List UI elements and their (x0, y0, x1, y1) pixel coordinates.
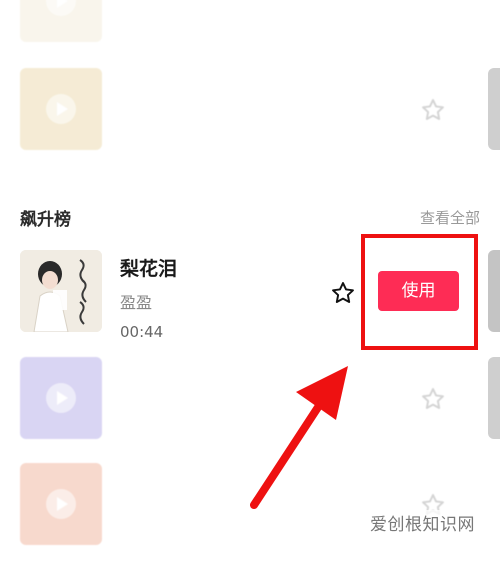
section-title: 飙升榜 (20, 210, 71, 230)
song-cover (20, 0, 102, 42)
next-card-peek (488, 357, 500, 439)
song-cover (20, 357, 102, 439)
next-card-peek (488, 250, 500, 332)
song-artist: 盈盈 (120, 293, 153, 312)
play-icon[interactable] (46, 383, 76, 413)
play-icon[interactable] (46, 94, 76, 124)
star-outline-icon[interactable] (420, 386, 446, 412)
song-cover (20, 250, 102, 332)
song-cover (20, 68, 102, 150)
list-item[interactable] (0, 357, 500, 457)
next-card-peek (488, 68, 500, 150)
star-outline-icon[interactable] (330, 280, 356, 306)
song-meta: 梨花泪 盈盈 00:44 (120, 254, 177, 341)
star-outline-icon[interactable] (420, 97, 446, 123)
see-all-link[interactable]: 查看全部 (420, 207, 480, 228)
highlight-box (361, 234, 478, 350)
watermark: 爱创根知识网 (366, 510, 479, 535)
cover-art (20, 250, 102, 332)
list-item[interactable] (0, 0, 500, 60)
play-icon[interactable] (46, 489, 76, 519)
play-icon[interactable] (46, 0, 76, 16)
song-duration: 00:44 (120, 323, 164, 341)
song-title: 梨花泪 (120, 258, 178, 280)
list-item[interactable] (0, 68, 500, 168)
song-cover (20, 463, 102, 545)
